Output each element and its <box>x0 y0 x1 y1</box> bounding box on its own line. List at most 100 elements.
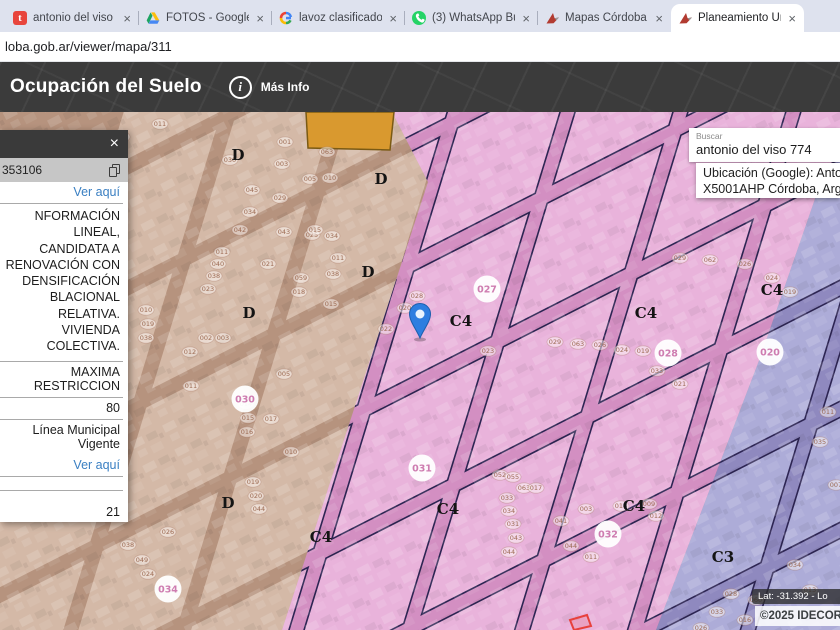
parcel-number: 005 <box>304 175 316 183</box>
parcel-number: 007 <box>830 481 840 489</box>
parcel-number: 020 <box>250 492 262 500</box>
block-number: 028 <box>658 348 678 359</box>
browser-tab-2[interactable]: FOTOS - Google Driv× <box>139 4 272 32</box>
zone-label: D <box>361 263 374 281</box>
panel-row: 80 <box>0 398 123 420</box>
parcel-number: 029 <box>274 194 286 202</box>
panel-row <box>0 477 123 491</box>
parcel-number: 017 <box>265 415 277 423</box>
parcel-number: 034 <box>326 232 338 240</box>
parcel-number: 044 <box>503 548 515 556</box>
parcel-number: 031 <box>507 520 519 528</box>
parcel-number: 016 <box>739 616 751 624</box>
parcel-number: 044 <box>565 542 577 550</box>
zone-label: C4 <box>310 528 332 546</box>
parcel-number: 015 <box>242 414 254 422</box>
panel-row: Línea Municipal Vigente <box>0 420 123 455</box>
parcel-number: 018 <box>293 288 305 296</box>
parcel-number: 038 <box>122 541 134 549</box>
parcel-number: 026 <box>739 260 751 268</box>
search-suggestion[interactable]: Ubicación (Google): Antonio d X5001AHP C… <box>696 163 840 198</box>
browser-tab-5[interactable]: Mapas Córdoba × <box>538 4 671 32</box>
parcel-number: 062 <box>704 256 716 264</box>
zone-orange-fill <box>306 112 394 150</box>
tab-close-icon[interactable]: × <box>255 12 265 25</box>
parcel-number: 055 <box>507 473 519 481</box>
tab-close-icon[interactable]: × <box>787 12 797 25</box>
parcel-number: 010 <box>285 448 297 456</box>
parcel-number: 041 <box>555 517 567 525</box>
browser-tab-1[interactable]: t antonio del viso 774 × <box>6 4 139 32</box>
tab-close-icon[interactable]: × <box>521 12 531 25</box>
url-text: loba.gob.ar/viewer/mapa/311 <box>5 39 172 54</box>
parcel-number: 028 <box>725 590 737 598</box>
parcel-number: 024 <box>142 570 154 578</box>
more-info-label: Más Info <box>261 80 310 94</box>
tab-label: (3) WhatsApp Busine <box>432 12 515 24</box>
parcel-number: 063 <box>572 340 584 348</box>
parcel-number: 016 <box>241 428 253 436</box>
info-panel-header: × <box>0 130 128 158</box>
parcel-number: 042 <box>234 226 246 234</box>
parcel-number: 035 <box>814 438 826 446</box>
tab-close-icon[interactable]: × <box>122 12 132 25</box>
tab-label: antonio del viso 774 <box>33 12 116 24</box>
parcel-number: 011 <box>822 408 834 416</box>
parcel-number: 019 <box>142 320 154 328</box>
block-number: 027 <box>477 284 497 295</box>
parcel-number: 003 <box>580 505 592 513</box>
search-box[interactable]: Buscar antonio del viso 774 <box>689 128 840 162</box>
zone-label: C4 <box>450 312 472 330</box>
tab-close-icon[interactable]: × <box>654 12 664 25</box>
browser-tab-bar: tantonio del viso 774×FOTOS - Google Dri… <box>0 0 840 32</box>
parcel-number: 026 <box>594 341 606 349</box>
ver-aqui-link[interactable]: Ver aquí <box>0 455 123 477</box>
whatsapp-icon <box>412 11 426 25</box>
screen: tantonio del viso 774×FOTOS - Google Dri… <box>0 0 840 630</box>
more-info-button[interactable]: i Más Info <box>229 76 310 99</box>
parcel-number: 038 <box>140 334 152 342</box>
zone-label: C4 <box>437 500 459 518</box>
tab-close-icon[interactable]: × <box>388 12 398 25</box>
parcel-number: 005 <box>278 370 290 378</box>
parcel-number: 015 <box>309 226 321 234</box>
zone-label: D <box>231 146 244 164</box>
parcel-id: 353106 <box>2 163 42 177</box>
tab-label: lavoz clasificados - B <box>299 12 382 24</box>
ver-aqui-link[interactable]: Ver aquí <box>0 182 123 204</box>
panel-row: NFORMACIÓN LINEAL,CANDIDATA ARENOVACIÓN … <box>0 204 123 362</box>
panel-rows: Ver aquíNFORMACIÓN LINEAL,CANDIDATA AREN… <box>0 182 128 522</box>
parcel-number: 019 <box>247 478 259 486</box>
block-number: 032 <box>598 529 618 540</box>
site-icon-red-t: t <box>13 11 27 25</box>
parcel-number: 017 <box>530 484 542 492</box>
browser-tab-3[interactable]: lavoz clasificados - B × <box>272 4 405 32</box>
parcel-number: 022 <box>380 325 392 333</box>
tab-label: Mapas Córdoba <box>565 12 648 24</box>
browser-tab-4[interactable]: (3) WhatsApp Busine × <box>405 4 538 32</box>
parcel-number: 011 <box>154 120 166 128</box>
parcel-number: 052 <box>494 471 506 479</box>
mapas-cordoba-icon <box>545 11 559 25</box>
suggestion-line-2: X5001AHP Córdoba, Argentin <box>703 182 840 198</box>
address-bar[interactable]: loba.gob.ar/viewer/mapa/311 <box>0 32 840 62</box>
parcel-number: 033 <box>711 608 723 616</box>
parcel-number: 028 <box>411 292 423 300</box>
app-header: Ocupación del Suelo i Más Info <box>0 62 840 112</box>
search-label: Buscar <box>696 131 840 141</box>
parcel-number: 026 <box>162 528 174 536</box>
info-icon: i <box>229 76 252 99</box>
tab-label: Planeamiento Urban <box>698 12 781 24</box>
browser-tab-6[interactable]: Planeamiento Urban × <box>671 4 804 32</box>
mapas-cordoba-icon <box>678 11 692 25</box>
parcel-number: 020 <box>399 304 411 312</box>
google-icon <box>279 11 293 25</box>
search-input[interactable]: antonio del viso 774 <box>696 142 840 157</box>
parcel-number: 044 <box>253 505 265 513</box>
close-icon[interactable]: × <box>110 136 119 152</box>
panel-row: 21 <box>0 491 123 522</box>
block-number: 020 <box>760 347 780 358</box>
copy-icon[interactable] <box>109 164 120 177</box>
parcel-number: 019 <box>637 347 649 355</box>
parcel-number: 012 <box>650 512 662 520</box>
